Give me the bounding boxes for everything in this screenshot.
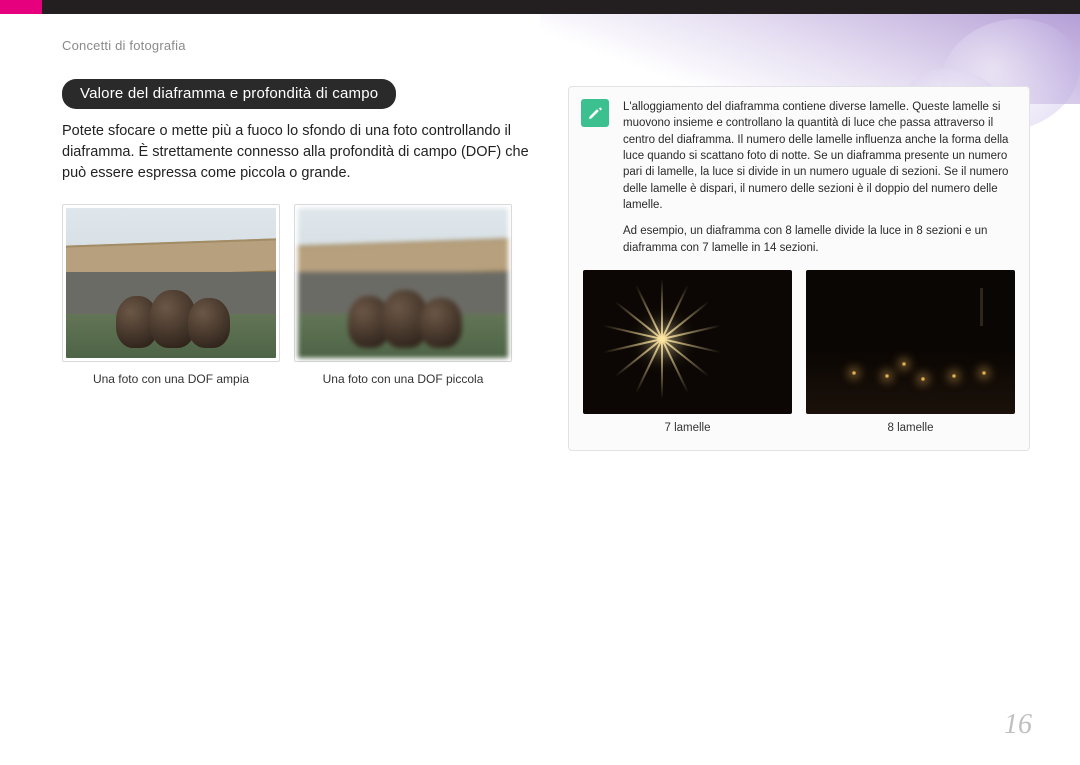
blade7-caption: 7 lamelle (583, 422, 792, 434)
intro-paragraph: Potete sfocare o mette più a fuoco lo sf… (62, 121, 532, 184)
blade8-card: 8 lamelle (806, 270, 1015, 434)
pen-icon (581, 99, 609, 127)
dof-wide-card: Una foto con una DOF ampia (62, 204, 280, 386)
page-number: 16 (1004, 709, 1032, 741)
dof-narrow-caption: Una foto con una DOF piccola (294, 372, 512, 386)
section-heading: Valore del diaframma e profondità di cam… (62, 79, 396, 109)
dof-wide-image (62, 204, 280, 362)
dof-narrow-card: Una foto con una DOF piccola (294, 204, 512, 386)
note-text: L'alloggiamento del diaframma contiene d… (623, 99, 1015, 256)
blade7-card: 7 lamelle (583, 270, 792, 434)
manual-page: Concetti di fotografia Valore del diafra… (0, 0, 1080, 765)
blade-examples-row: 7 lamelle 8 lamelle (583, 270, 1015, 434)
dof-wide-caption: Una foto con una DOF ampia (62, 372, 280, 386)
note-box: L'alloggiamento del diaframma contiene d… (568, 86, 1030, 451)
breadcrumb: Concetti di fotografia (62, 38, 1030, 53)
top-accent (0, 0, 42, 14)
blade8-caption: 8 lamelle (806, 422, 1015, 434)
note-paragraph-2: Ad esempio, un diaframma con 8 lamelle d… (623, 223, 1015, 256)
dof-narrow-image (294, 204, 512, 362)
note-paragraph-1: L'alloggiamento del diaframma contiene d… (623, 99, 1015, 213)
blade8-image (806, 270, 1015, 414)
blade7-image (583, 270, 792, 414)
